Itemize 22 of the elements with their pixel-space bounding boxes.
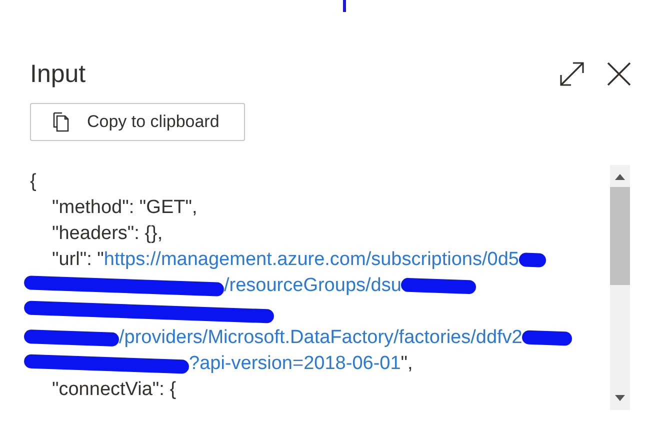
- redaction-mark: [522, 330, 573, 346]
- expand-icon: [559, 61, 585, 87]
- expand-button[interactable]: [559, 61, 585, 87]
- code-text: "method": "GET",: [52, 196, 198, 220]
- url-link[interactable]: /providers/Microsoft.DataFactory/factories/ddfv2: [119, 325, 522, 351]
- copy-icon: [51, 112, 69, 132]
- code-text: "headers": {},: [52, 222, 163, 246]
- url-link[interactable]: /resourceGroups/dsu: [224, 273, 402, 299]
- copy-button[interactable]: Copy to clipboard: [30, 103, 245, 141]
- panel-title: Input: [30, 60, 86, 88]
- scrollbar[interactable]: [610, 165, 630, 410]
- code-text: "url": ": [52, 248, 104, 272]
- url-link[interactable]: ?api-version=2018-06-01: [189, 351, 401, 377]
- redaction-mark: [518, 252, 546, 268]
- scroll-thumb[interactable]: [610, 187, 630, 285]
- caret-mark: [343, 0, 346, 12]
- close-button[interactable]: [607, 62, 631, 86]
- code-text: "connectVia": {: [52, 378, 176, 402]
- code-text: {: [30, 170, 36, 194]
- code-text: ",: [400, 352, 413, 376]
- url-link[interactable]: https://management.azure.com/subscriptions/0d5: [104, 247, 519, 273]
- close-icon: [607, 62, 631, 86]
